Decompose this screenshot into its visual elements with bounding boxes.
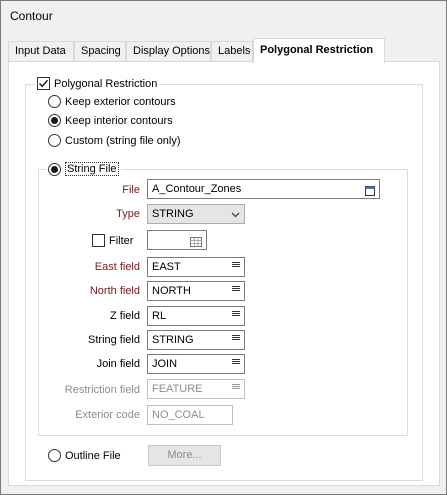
type-value: STRING bbox=[152, 208, 194, 220]
join-field-label: Join field bbox=[96, 358, 140, 370]
radio-label: Keep exterior contours bbox=[65, 95, 176, 108]
radio-label: Keep interior contours bbox=[65, 114, 173, 127]
north-field-input[interactable]: NORTH bbox=[147, 281, 245, 301]
north-field-label: North field bbox=[89, 285, 140, 297]
radio-circle[interactable] bbox=[48, 114, 61, 127]
outline-file-label: Outline File bbox=[65, 449, 121, 462]
restriction-field-label: Restriction field bbox=[64, 384, 140, 396]
tab-labels[interactable]: Labels bbox=[211, 41, 253, 62]
z-field-input[interactable]: RL bbox=[147, 306, 245, 326]
string-file-label: String File bbox=[65, 162, 119, 176]
checkmark-icon bbox=[38, 79, 49, 88]
file-input[interactable]: A_Contour_Zones bbox=[147, 179, 380, 199]
file-value: A_Contour_Zones bbox=[152, 183, 242, 195]
list-icon[interactable] bbox=[232, 286, 240, 295]
tab-spacing[interactable]: Spacing bbox=[74, 41, 126, 62]
chevron-down-icon bbox=[231, 208, 240, 226]
join-field-value: JOIN bbox=[152, 358, 178, 370]
list-icon[interactable] bbox=[232, 262, 240, 271]
type-label: Type bbox=[116, 208, 140, 220]
list-icon[interactable] bbox=[232, 335, 240, 344]
radio-label: Custom (string file only) bbox=[65, 134, 181, 147]
contour-window: Contour Input Data Spacing Display Optio… bbox=[0, 0, 447, 495]
string-field-input[interactable]: STRING bbox=[147, 330, 245, 350]
filter-checkbox[interactable] bbox=[92, 234, 105, 247]
east-field-input[interactable]: EAST bbox=[147, 257, 245, 277]
radio-keep-exterior[interactable]: Keep exterior contours bbox=[48, 95, 176, 108]
filter-toggle[interactable]: Filter bbox=[92, 234, 133, 247]
list-icon bbox=[232, 384, 240, 393]
tab-polygonal-restriction[interactable]: Polygonal Restriction bbox=[253, 38, 385, 63]
window-title: Contour bbox=[10, 9, 53, 23]
polygonal-restriction-checkbox[interactable] bbox=[37, 77, 50, 90]
east-field-value: EAST bbox=[152, 261, 181, 273]
string-field-value: STRING bbox=[152, 334, 194, 346]
table-icon[interactable] bbox=[190, 235, 202, 249]
filter-label: Filter bbox=[109, 234, 134, 247]
tab-display-options[interactable]: Display Options bbox=[126, 41, 211, 62]
radio-circle[interactable] bbox=[48, 162, 61, 176]
tab-panel: Polygonal Restriction Keep exterior cont… bbox=[8, 61, 440, 486]
tab-input-data[interactable]: Input Data bbox=[8, 41, 74, 62]
file-label: File bbox=[122, 184, 140, 196]
join-field-input[interactable]: JOIN bbox=[147, 354, 245, 374]
z-field-label: Z field bbox=[110, 310, 140, 322]
type-select[interactable]: STRING bbox=[147, 204, 245, 224]
radio-custom[interactable]: Custom (string file only) bbox=[48, 134, 181, 147]
restriction-field-value: FEATURE bbox=[152, 383, 203, 395]
filter-input[interactable] bbox=[147, 230, 207, 250]
polygonal-restriction-toggle[interactable]: Polygonal Restriction bbox=[35, 77, 160, 90]
browse-icon[interactable] bbox=[365, 184, 375, 198]
polygonal-restriction-label: Polygonal Restriction bbox=[54, 77, 158, 90]
string-field-label: String field bbox=[88, 334, 140, 346]
more-button[interactable]: More... bbox=[148, 445, 221, 466]
exterior-code-label: Exterior code bbox=[75, 409, 140, 421]
restriction-field-input: FEATURE bbox=[147, 379, 245, 399]
z-field-value: RL bbox=[152, 310, 167, 322]
radio-keep-interior[interactable]: Keep interior contours bbox=[48, 114, 173, 127]
list-icon[interactable] bbox=[232, 311, 240, 320]
radio-circle[interactable] bbox=[48, 95, 61, 108]
list-icon[interactable] bbox=[232, 359, 240, 368]
east-field-label: East field bbox=[94, 261, 140, 273]
exterior-code-input: NO_COAL bbox=[147, 405, 233, 425]
radio-string-file[interactable]: String File bbox=[46, 162, 121, 176]
radio-circle[interactable] bbox=[48, 449, 61, 462]
exterior-code-value: NO_COAL bbox=[152, 409, 205, 421]
radio-circle[interactable] bbox=[48, 134, 61, 147]
north-field-value: NORTH bbox=[152, 285, 191, 297]
radio-outline-file[interactable]: Outline File bbox=[48, 449, 121, 462]
